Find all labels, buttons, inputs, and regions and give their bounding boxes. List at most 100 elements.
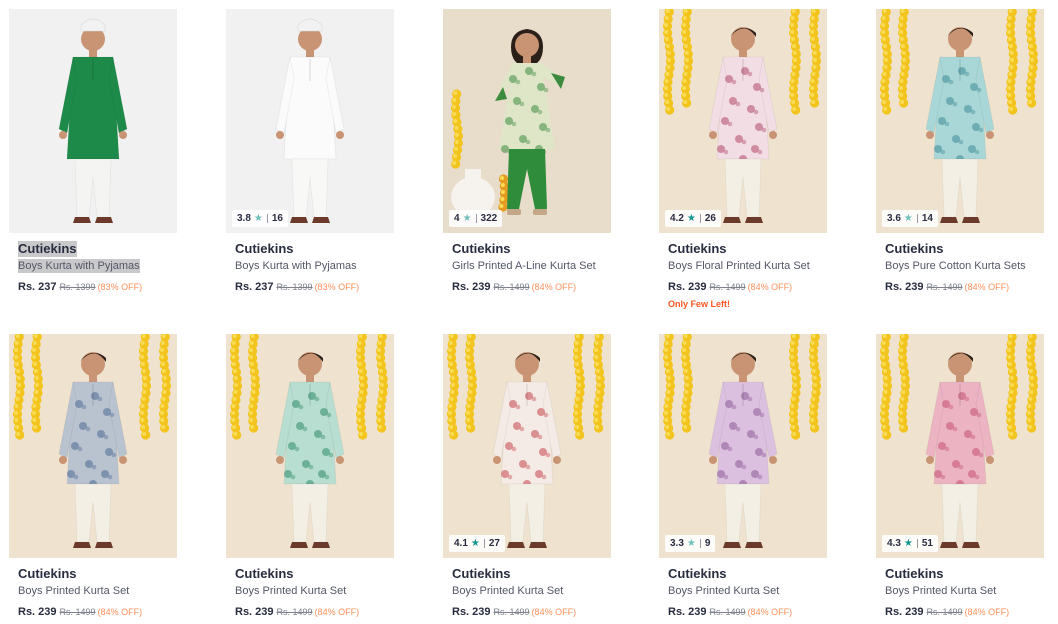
product-name[interactable]: Boys Printed Kurta Set	[452, 584, 563, 598]
original-price: Rs. 1499	[493, 282, 530, 292]
rating-count: 51	[921, 538, 933, 549]
discounted-price: Rs. 239	[668, 606, 707, 618]
rating-count: 9	[704, 538, 711, 549]
product-price: Rs. 239 Rs. 1499 (84% OFF)	[885, 606, 1009, 619]
product-image[interactable]	[226, 334, 394, 558]
product-card[interactable]: 3.6 ★ 14 Cutiekins Boys Pure Cotton Kurta Se…	[876, 9, 1046, 309]
product-name[interactable]: Boys Kurta with Pyjamas	[18, 259, 140, 273]
original-price: Rs. 1399	[276, 282, 313, 292]
product-image[interactable]: 4.2 ★ 26	[659, 9, 827, 233]
product-card[interactable]: 4.3 ★ 51 Cutiekins Boys Printed Kurta Set Rs.…	[876, 334, 1046, 624]
discount-percent: (84% OFF)	[531, 607, 577, 617]
rating-value: 4.1	[454, 538, 468, 549]
product-name[interactable]: Boys Printed Kurta Set	[18, 584, 129, 598]
product-brand[interactable]: Cutiekins	[452, 566, 511, 582]
product-name[interactable]: Girls Printed A-Line Kurta Set	[452, 259, 596, 273]
discount-percent: (84% OFF)	[747, 282, 793, 292]
product-brand[interactable]: Cutiekins	[885, 566, 944, 582]
rating-count: 14	[921, 213, 933, 224]
product-grid: Cutiekins Boys Kurta with Pyjamas Rs. 237 R…	[0, 0, 1058, 624]
rating-count: 26	[704, 213, 716, 224]
product-card[interactable]: 4.1 ★ 27 Cutiekins Boys Printed Kurta Set Rs.…	[443, 334, 613, 624]
product-image[interactable]: 4 ★ 322	[443, 9, 611, 233]
product-price: Rs. 237 Rs. 1399 (83% OFF)	[235, 281, 359, 294]
discount-percent: (84% OFF)	[964, 282, 1010, 292]
rating-badge: 4.3 ★ 51	[882, 535, 938, 552]
star-icon: ★	[253, 213, 263, 224]
product-image[interactable]: 4.3 ★ 51	[876, 334, 1044, 558]
star-icon: ★	[686, 538, 696, 549]
rating-divider	[699, 214, 701, 223]
product-brand[interactable]: Cutiekins	[235, 566, 294, 582]
rating-count: 322	[480, 213, 498, 224]
product-brand[interactable]: Cutiekins	[452, 241, 511, 257]
product-card[interactable]: Cutiekins Boys Printed Kurta Set Rs. 239 Rs…	[226, 334, 396, 624]
discount-percent: (84% OFF)	[747, 607, 793, 617]
product-image[interactable]: 3.8 ★ 16	[226, 9, 394, 233]
product-brand[interactable]: Cutiekins	[235, 241, 294, 257]
discounted-price: Rs. 239	[18, 606, 57, 618]
rating-value: 4	[454, 213, 460, 224]
star-icon: ★	[686, 213, 696, 224]
discounted-price: Rs. 239	[885, 281, 924, 293]
product-image[interactable]: 3.6 ★ 14	[876, 9, 1044, 233]
product-price: Rs. 239 Rs. 1499 (84% OFF)	[452, 606, 576, 619]
discount-percent: (84% OFF)	[314, 607, 360, 617]
discount-percent: (84% OFF)	[97, 607, 143, 617]
product-brand[interactable]: Cutiekins	[668, 241, 727, 257]
product-brand[interactable]: Cutiekins	[18, 241, 77, 257]
product-card[interactable]: 3.3 ★ 9 Cutiekins Boys Printed Kurta Set Rs. …	[659, 334, 829, 624]
original-price: Rs. 1499	[59, 607, 96, 617]
discounted-price: Rs. 239	[235, 606, 274, 618]
product-price: Rs. 239 Rs. 1499 (84% OFF)	[885, 281, 1009, 294]
star-icon: ★	[903, 538, 913, 549]
discounted-price: Rs. 239	[668, 281, 707, 293]
rating-divider	[266, 214, 268, 223]
product-price: Rs. 237 Rs. 1399 (83% OFF)	[18, 281, 142, 294]
rating-value: 3.8	[237, 213, 251, 224]
product-brand[interactable]: Cutiekins	[18, 566, 77, 582]
product-card[interactable]: 3.8 ★ 16 Cutiekins Boys Kurta with Pyjamas Rs…	[226, 9, 396, 309]
product-price: Rs. 239 Rs. 1499 (84% OFF)	[668, 281, 792, 294]
original-price: Rs. 1499	[926, 607, 963, 617]
product-card[interactable]: 4 ★ 322 Cutiekins Girls Printed A-Line Kurta…	[443, 9, 613, 309]
rating-badge: 4 ★ 322	[449, 210, 503, 227]
product-image[interactable]	[9, 9, 177, 233]
rating-divider	[699, 539, 701, 548]
discounted-price: Rs. 239	[885, 606, 924, 618]
star-icon: ★	[903, 213, 913, 224]
product-image[interactable]	[9, 334, 177, 558]
product-name[interactable]: Boys Kurta with Pyjamas	[235, 259, 357, 273]
product-name[interactable]: Boys Printed Kurta Set	[235, 584, 346, 598]
product-card[interactable]: 4.2 ★ 26 Cutiekins Boys Floral Printed Kurta…	[659, 9, 829, 309]
rating-badge: 4.1 ★ 27	[449, 535, 505, 552]
product-price: Rs. 239 Rs. 1499 (84% OFF)	[452, 281, 576, 294]
product-card[interactable]: Cutiekins Boys Printed Kurta Set Rs. 239 Rs…	[9, 334, 179, 624]
star-icon: ★	[470, 538, 480, 549]
product-name[interactable]: Boys Printed Kurta Set	[885, 584, 996, 598]
star-icon: ★	[462, 213, 472, 224]
rating-badge: 3.6 ★ 14	[882, 210, 938, 227]
rating-value: 3.3	[670, 538, 684, 549]
product-name[interactable]: Boys Printed Kurta Set	[668, 584, 779, 598]
product-image[interactable]: 3.3 ★ 9	[659, 334, 827, 558]
product-brand[interactable]: Cutiekins	[668, 566, 727, 582]
rating-count: 16	[271, 213, 283, 224]
product-card[interactable]: Cutiekins Boys Kurta with Pyjamas Rs. 237 R…	[9, 9, 179, 309]
stock-warning: Only Few Left!	[668, 299, 731, 309]
product-name[interactable]: Boys Floral Printed Kurta Set	[668, 259, 810, 273]
rating-divider	[916, 539, 918, 548]
rating-badge: 4.2 ★ 26	[665, 210, 721, 227]
product-name[interactable]: Boys Pure Cotton Kurta Sets	[885, 259, 1026, 273]
product-brand[interactable]: Cutiekins	[885, 241, 944, 257]
original-price: Rs. 1499	[709, 282, 746, 292]
product-image[interactable]: 4.1 ★ 27	[443, 334, 611, 558]
rating-value: 3.6	[887, 213, 901, 224]
discounted-price: Rs. 237	[235, 281, 274, 293]
original-price: Rs. 1399	[59, 282, 96, 292]
discounted-price: Rs. 239	[452, 281, 491, 293]
original-price: Rs. 1499	[276, 607, 313, 617]
rating-value: 4.3	[887, 538, 901, 549]
discount-percent: (83% OFF)	[314, 282, 360, 292]
discounted-price: Rs. 237	[18, 281, 57, 293]
